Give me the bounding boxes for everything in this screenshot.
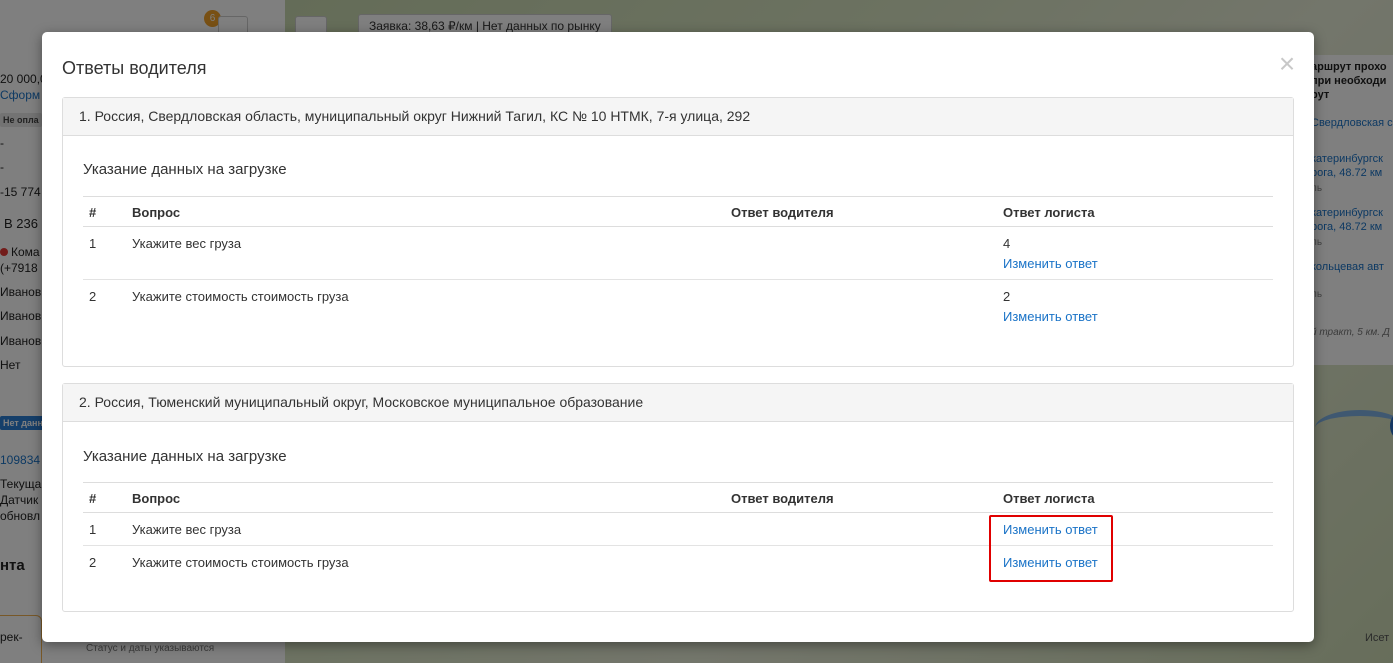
change-answer-link[interactable]: Изменить ответ [1003,256,1098,271]
driver-answer [725,280,997,333]
col-header-logist-answer: Ответ логиста [997,196,1273,227]
logist-answer-cell: Изменить ответ [997,512,1273,546]
route-point-heading: 1. Россия, Свердловская область, муницип… [63,98,1293,136]
logist-answer-value: 2 [1003,289,1011,304]
change-answer-link[interactable]: Изменить ответ [1003,309,1098,324]
table-row: 1 Укажите вес груза 4 Изменить ответ [83,226,1273,280]
table-row: 2 Укажите стоимость стоимость груза Изме… [83,546,1273,579]
page: 6 20 000,0 Сформ Не опла - - -15 774 В 2… [0,0,1393,663]
driver-answer [725,546,997,579]
table-row: 1 Укажите вес груза Изменить ответ [83,512,1273,546]
driver-answer [725,226,997,280]
table-row: 2 Укажите стоимость стоимость груза 2 Из… [83,280,1273,333]
answers-table: # Вопрос Ответ водителя Ответ логиста 1 … [83,482,1273,578]
section-title: Указание данных на загрузке [83,448,287,465]
col-header-driver-answer: Ответ водителя [725,196,997,227]
col-header-number: # [83,482,126,513]
row-number: 2 [89,555,97,570]
logist-answer-value: 4 [1003,236,1011,251]
route-point-panel-1: 1. Россия, Свердловская область, муницип… [62,97,1294,367]
section-title: Указание данных на загрузке [83,161,287,178]
answers-table: # Вопрос Ответ водителя Ответ логиста 1 … [83,196,1273,332]
route-point-panel-2: 2. Россия, Тюменский муниципальный округ… [62,383,1294,612]
close-icon[interactable]: × [1275,50,1299,78]
driver-answers-modal: Ответы водителя × 1. Россия, Свердловска… [42,32,1314,642]
logist-answer-cell: Изменить ответ [997,546,1273,579]
col-header-driver-answer: Ответ водителя [725,482,997,513]
col-header-question: Вопрос [126,482,725,513]
col-header-question: Вопрос [126,196,725,227]
col-header-logist-answer: Ответ логиста [997,482,1273,513]
logist-answer-cell: 4 Изменить ответ [997,226,1273,280]
row-number: 1 [83,226,126,280]
logist-answer-cell: 2 Изменить ответ [997,280,1273,333]
driver-answer [725,512,997,546]
row-number: 1 [83,512,126,546]
col-header-number: # [83,196,126,227]
modal-title: Ответы водителя [62,58,207,78]
question-text: Укажите вес груза [126,512,725,546]
question-text: Укажите стоимость стоимость груза [132,555,349,570]
question-text: Укажите стоимость стоимость груза [132,289,349,304]
change-answer-link[interactable]: Изменить ответ [1003,522,1098,537]
row-number: 2 [89,289,97,304]
change-answer-link[interactable]: Изменить ответ [1003,555,1098,570]
route-point-heading: 2. Россия, Тюменский муниципальный округ… [63,384,1293,422]
question-text: Укажите вес груза [126,226,725,280]
